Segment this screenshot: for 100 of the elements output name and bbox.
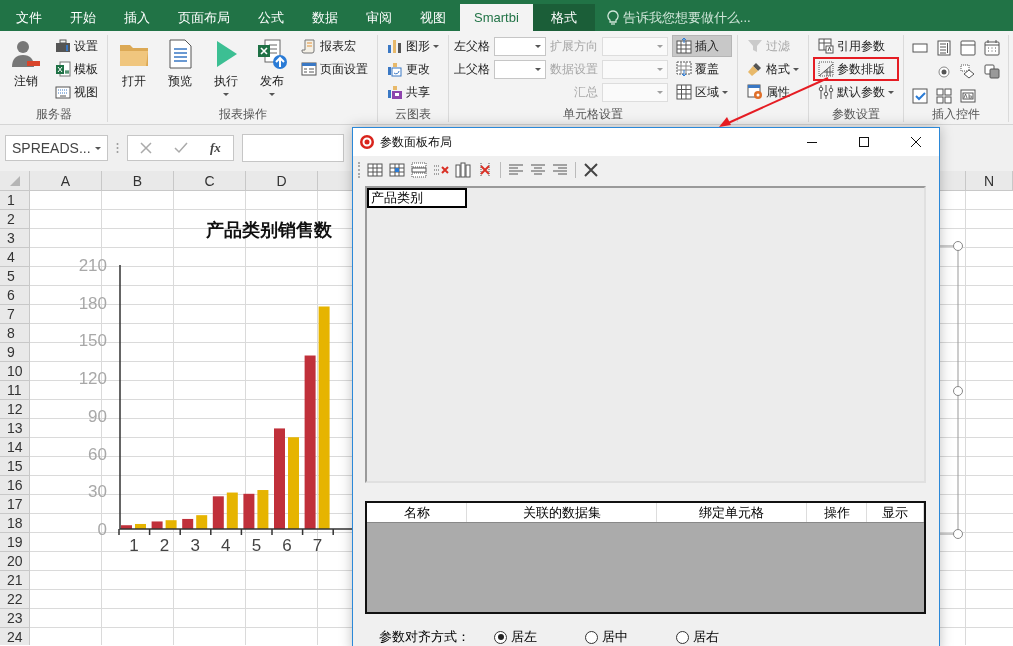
row-header[interactable]: 4 bbox=[0, 248, 30, 267]
row-header[interactable]: 11 bbox=[0, 381, 30, 400]
radio-option[interactable]: 居左 bbox=[494, 628, 537, 646]
ribbon-button[interactable]: 更改 bbox=[383, 58, 443, 80]
parameter-reference-icon bbox=[818, 38, 834, 54]
dropdown-field[interactable] bbox=[494, 59, 546, 79]
ribbon-button[interactable]: 执行 bbox=[205, 35, 247, 103]
row-header[interactable]: 21 bbox=[0, 571, 30, 590]
ribbon-tab[interactable]: 数据 bbox=[298, 4, 352, 31]
radio-option[interactable]: 居中 bbox=[585, 628, 628, 646]
text-box-icon bbox=[912, 40, 928, 56]
ribbon-button[interactable]: 覆盖 bbox=[672, 58, 732, 80]
column-header[interactable]: C bbox=[174, 171, 246, 191]
ribbon-button[interactable]: 发布 bbox=[251, 35, 293, 103]
row-header[interactable]: 7 bbox=[0, 305, 30, 324]
row-header[interactable]: 13 bbox=[0, 419, 30, 438]
select-all-icon bbox=[9, 175, 20, 186]
control-button[interactable] bbox=[981, 37, 1003, 59]
row-header[interactable]: 9 bbox=[0, 343, 30, 362]
row-header[interactable]: 1 bbox=[0, 191, 30, 210]
row-header[interactable]: 3 bbox=[0, 229, 30, 248]
alignment-label: 参数对齐方式： bbox=[379, 628, 470, 646]
column-header[interactable]: B bbox=[102, 171, 174, 191]
x-tick-label: 2 bbox=[159, 536, 170, 555]
ribbon-tab[interactable]: 开始 bbox=[56, 4, 110, 31]
column-header[interactable]: N bbox=[966, 171, 1013, 191]
ribbon-button[interactable]: 页面设置 bbox=[297, 58, 372, 80]
field-label: 上父格 bbox=[454, 60, 490, 78]
ribbon-button[interactable]: 默认参数 bbox=[814, 81, 898, 103]
chart-share-icon bbox=[387, 84, 403, 100]
ribbon-tab[interactable]: 文件 bbox=[2, 4, 56, 31]
toolbar-button[interactable] bbox=[366, 161, 384, 179]
column-header: 关联的数据集 bbox=[467, 503, 657, 522]
row-header[interactable]: 23 bbox=[0, 609, 30, 628]
row-header[interactable]: 10 bbox=[0, 362, 30, 381]
ribbon-button[interactable]: 视图 bbox=[51, 81, 102, 103]
ribbon-tab[interactable]: 审阅 bbox=[352, 4, 406, 31]
group-label: 云图表 bbox=[394, 106, 432, 123]
row-header[interactable]: 6 bbox=[0, 286, 30, 305]
caret-icon bbox=[269, 93, 275, 96]
caret-icon bbox=[657, 44, 663, 48]
control-button[interactable] bbox=[909, 85, 931, 107]
delete-row-icon bbox=[433, 162, 449, 178]
ribbon-button[interactable]: 打开 bbox=[113, 35, 155, 103]
ribbon-button[interactable]: 共享 bbox=[383, 81, 443, 103]
ribbon-button[interactable]: 图形 bbox=[383, 35, 443, 57]
tell-me-field[interactable]: 告诉我您想要做什么... bbox=[622, 10, 823, 25]
ribbon-button[interactable]: 插入 bbox=[672, 35, 732, 57]
lightbulb-icon bbox=[606, 9, 619, 26]
ribbon-tab[interactable]: 公式 bbox=[244, 4, 298, 31]
dropdown-field[interactable] bbox=[494, 36, 546, 56]
toolbar-button[interactable] bbox=[582, 161, 600, 179]
ribbon-button[interactable]: 格式 bbox=[743, 58, 803, 80]
formula-input[interactable] bbox=[241, 134, 344, 162]
name-box[interactable]: SPREADS... bbox=[5, 135, 108, 161]
formula-buttons-field[interactable]: fx bbox=[127, 135, 234, 161]
parameter-cell[interactable]: 产品类别 bbox=[367, 188, 467, 208]
row-header[interactable]: 12 bbox=[0, 400, 30, 419]
toolbar-button[interactable] bbox=[454, 161, 472, 179]
toolbar-button[interactable] bbox=[388, 161, 406, 179]
x-tick-label: 1 bbox=[129, 536, 139, 555]
ribbon-button[interactable]: 注销 bbox=[5, 35, 47, 103]
radio-button[interactable] bbox=[676, 630, 689, 644]
ribbon-tab[interactable]: 格式 bbox=[532, 4, 595, 31]
radio-button[interactable] bbox=[585, 630, 598, 644]
row-header[interactable]: 22 bbox=[0, 590, 30, 609]
row-header[interactable]: 15 bbox=[0, 457, 30, 476]
y-tick-label: 120 bbox=[78, 369, 107, 389]
group-label: 插入控件 bbox=[931, 106, 981, 123]
control-button[interactable] bbox=[933, 85, 955, 107]
row-header[interactable]: 2 bbox=[0, 210, 30, 229]
ribbon-tab[interactable]: 插入 bbox=[110, 4, 164, 31]
ribbon-button[interactable]: 区域 bbox=[672, 81, 732, 103]
row-header[interactable]: 8 bbox=[0, 324, 30, 343]
insert-function-button[interactable]: fx bbox=[210, 140, 221, 156]
ribbon-tab[interactable]: 页面布局 bbox=[164, 4, 244, 31]
row-header[interactable]: 16 bbox=[0, 476, 30, 495]
column-header[interactable]: D bbox=[246, 171, 318, 191]
radio-button[interactable] bbox=[494, 630, 507, 644]
row-header[interactable]: 18 bbox=[0, 514, 30, 533]
row-header[interactable]: 5 bbox=[0, 267, 30, 286]
row-header[interactable]: 20 bbox=[0, 552, 30, 571]
ribbon-tab[interactable]: 视图 bbox=[406, 4, 460, 31]
field-label: 扩展方向 bbox=[550, 37, 598, 55]
ribbon-button[interactable]: 设置 bbox=[51, 35, 102, 57]
row-header[interactable]: 14 bbox=[0, 438, 30, 457]
ribbon-button[interactable]: 报表宏 bbox=[297, 35, 372, 57]
ribbon-button[interactable]: 预览 bbox=[159, 35, 201, 103]
column-header[interactable]: A bbox=[30, 171, 102, 191]
row-header[interactable]: 24 bbox=[0, 628, 30, 645]
ribbon-tab[interactable]: Smartbi bbox=[460, 4, 533, 31]
ribbon-button[interactable]: 参数排版 bbox=[814, 58, 898, 80]
radio-option[interactable]: 居右 bbox=[676, 628, 719, 646]
radio-label: 居中 bbox=[602, 628, 628, 646]
row-header[interactable]: 19 bbox=[0, 533, 30, 552]
ribbon-button[interactable]: 引用参数 bbox=[814, 35, 898, 57]
ribbon-button[interactable]: 模板 bbox=[51, 58, 102, 80]
row-header[interactable]: 17 bbox=[0, 495, 30, 514]
layout-icon bbox=[818, 61, 834, 77]
toolbar-button[interactable] bbox=[410, 161, 428, 179]
